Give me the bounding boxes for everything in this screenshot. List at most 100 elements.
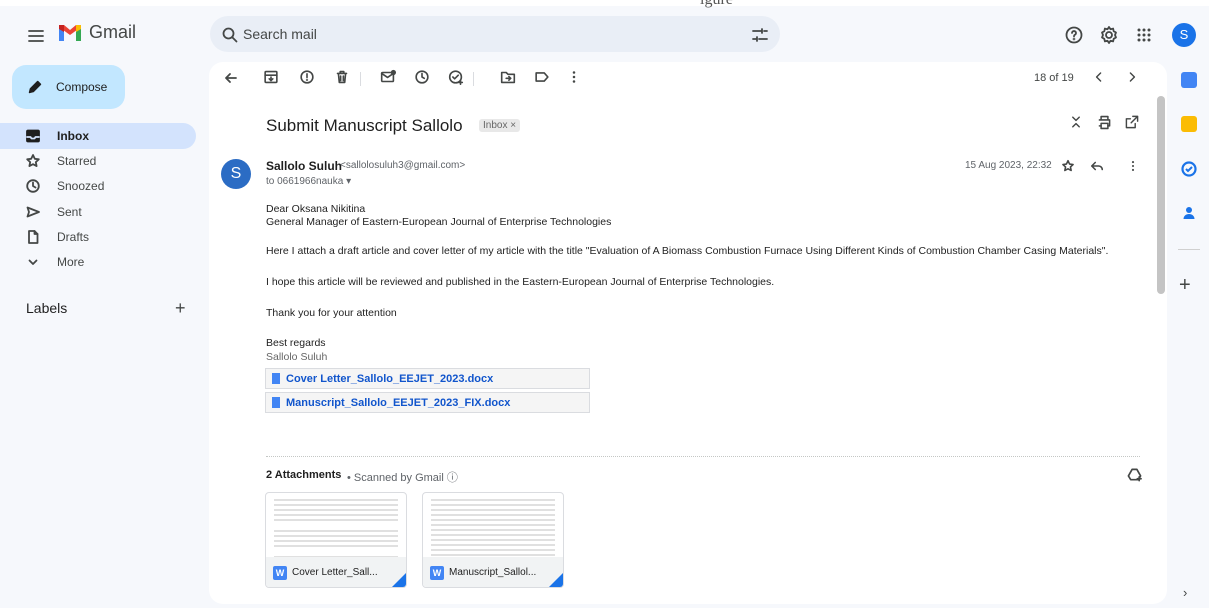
toolbar-divider <box>473 72 474 86</box>
sender-avatar[interactable]: S <box>221 159 251 189</box>
labels-heading: Labels <box>26 300 68 316</box>
body-closing: Best regards <box>266 337 326 349</box>
attachment-card[interactable]: W Manuscript_Sallol... <box>422 492 564 588</box>
report-spam-icon[interactable] <box>298 68 316 86</box>
document-icon <box>272 397 280 408</box>
clock-icon <box>26 179 40 193</box>
inline-attachment-chip[interactable]: Cover Letter_Sallolo_EEJET_2023.docx <box>265 368 590 389</box>
sender-email: <sallolosuluh3@gmail.com> <box>340 160 466 171</box>
move-to-icon[interactable] <box>499 68 517 86</box>
sidebar-item-inbox[interactable]: Inbox <box>0 123 196 149</box>
search-input[interactable]: Search mail <box>243 26 317 42</box>
inline-attachment-chip[interactable]: Manuscript_Sallolo_EEJET_2023_FIX.docx <box>265 392 590 413</box>
attachments-count: 2 Attachments <box>266 469 341 481</box>
message-position: 18 of 19 <box>1034 72 1074 84</box>
compose-label: Compose <box>56 80 108 94</box>
label-icon[interactable] <box>533 68 551 86</box>
sidebar-item-label: Sent <box>57 205 82 219</box>
expand-all-icon[interactable] <box>1068 114 1084 130</box>
word-doc-icon: W <box>273 566 287 580</box>
message-view: 18 of 19 Submit Manuscript Sallolo Inbox… <box>209 62 1167 604</box>
body-paragraph: Here I attach a draft article and cover … <box>266 245 1109 257</box>
inbox-label-chip[interactable]: Inbox × <box>479 119 521 132</box>
document-icon <box>272 373 280 384</box>
sidebar-item-starred[interactable]: Starred <box>0 148 196 174</box>
gmail-m-icon <box>59 24 81 41</box>
attachment-footer: W Cover Letter_Sall... <box>266 557 406 587</box>
doc-corner-icon <box>547 571 563 587</box>
print-icon[interactable] <box>1096 114 1113 131</box>
search-options-icon[interactable] <box>750 25 770 45</box>
body-greeting: Dear Oksana Nikitina <box>266 203 366 215</box>
sidebar-item-drafts[interactable]: Drafts <box>0 224 196 250</box>
draft-icon <box>28 230 39 244</box>
snooze-icon[interactable] <box>413 68 431 86</box>
reply-icon[interactable] <box>1090 159 1104 173</box>
add-to-drive-icon[interactable] <box>1127 467 1142 482</box>
message-more-icon[interactable] <box>1126 159 1140 173</box>
sidebar-item-label: More <box>57 255 85 269</box>
compose-button[interactable]: Compose <box>12 65 125 109</box>
chevron-down-icon <box>28 259 38 265</box>
scrollbar-thumb[interactable] <box>1157 96 1165 294</box>
body-signature: Sallolo Suluh <box>266 351 328 363</box>
toolbar-divider <box>360 72 361 86</box>
create-label-button[interactable]: + <box>175 298 186 319</box>
sidebar-item-label: Starred <box>57 154 97 168</box>
body-role: General Manager of Eastern-European Jour… <box>266 216 612 228</box>
google-apps-icon[interactable] <box>1134 25 1154 45</box>
more-icon[interactable] <box>565 68 583 86</box>
attachment-card[interactable]: W Cover Letter_Sall... <box>265 492 407 588</box>
calendar-icon[interactable] <box>1181 72 1197 88</box>
sidebar-item-label: Snoozed <box>57 179 105 193</box>
send-icon <box>26 206 40 218</box>
rail-divider <box>1178 249 1200 250</box>
scanned-by-gmail[interactable]: • Scanned by Gmail ⓘ <box>347 469 458 485</box>
back-icon[interactable] <box>221 68 241 88</box>
inbox-icon <box>26 129 40 143</box>
sidebar-item-snoozed[interactable]: Snoozed <box>0 173 196 199</box>
sidebar-item-more[interactable]: More <box>0 249 196 275</box>
sender-name[interactable]: Sallolo Suluh <box>266 159 342 173</box>
open-new-window-icon[interactable] <box>1124 114 1140 130</box>
attachments-count-label: 2 Attachments <box>266 469 342 481</box>
help-icon[interactable] <box>1064 25 1084 45</box>
show-side-panel-button[interactable]: › <box>1183 585 1187 600</box>
search-icon[interactable] <box>220 25 240 45</box>
gmail-logo[interactable]: Gmail <box>57 22 136 43</box>
attachment-name: Cover Letter_Sall... <box>292 567 378 578</box>
recipient-details[interactable]: to 0661966nauka ▾ <box>266 176 351 187</box>
attachment-footer: W Manuscript_Sallol... <box>423 557 563 587</box>
doc-corner-icon <box>390 571 406 587</box>
older-icon[interactable] <box>1124 69 1140 85</box>
main-menu-icon[interactable] <box>26 26 46 46</box>
document-preview <box>274 499 398 566</box>
attachment-name: Manuscript_Sallol... <box>449 567 537 578</box>
app-name: Gmail <box>89 22 137 42</box>
mark-unread-icon[interactable] <box>379 68 397 86</box>
message-date: 15 Aug 2023, 22:32 <box>965 160 1052 171</box>
document-preview <box>431 499 555 564</box>
cropped-caption-text: igure <box>700 0 733 9</box>
word-doc-icon: W <box>430 566 444 580</box>
newer-icon[interactable] <box>1091 69 1107 85</box>
attachment-link[interactable]: Cover Letter_Sallolo_EEJET_2023.docx <box>286 373 493 385</box>
add-task-icon[interactable] <box>447 68 465 86</box>
archive-icon[interactable] <box>262 68 280 86</box>
keep-icon[interactable] <box>1181 116 1197 132</box>
star-icon[interactable] <box>1061 159 1075 173</box>
sidebar-item-sent[interactable]: Sent <box>0 199 196 225</box>
delete-icon[interactable] <box>333 68 351 86</box>
search-bar[interactable]: Search mail <box>210 16 780 52</box>
star-icon <box>26 154 40 167</box>
account-avatar[interactable]: S <box>1172 23 1196 47</box>
get-add-ons-button[interactable]: + <box>1179 274 1191 297</box>
pencil-icon <box>26 78 44 96</box>
settings-icon[interactable] <box>1099 25 1119 45</box>
tasks-icon[interactable] <box>1181 161 1197 177</box>
attachments-divider <box>266 456 1140 457</box>
email-subject: Submit Manuscript Sallolo <box>266 116 463 135</box>
contacts-icon[interactable] <box>1181 205 1197 221</box>
attachment-link[interactable]: Manuscript_Sallolo_EEJET_2023_FIX.docx <box>286 397 510 409</box>
sidebar-item-label: Drafts <box>57 230 90 244</box>
